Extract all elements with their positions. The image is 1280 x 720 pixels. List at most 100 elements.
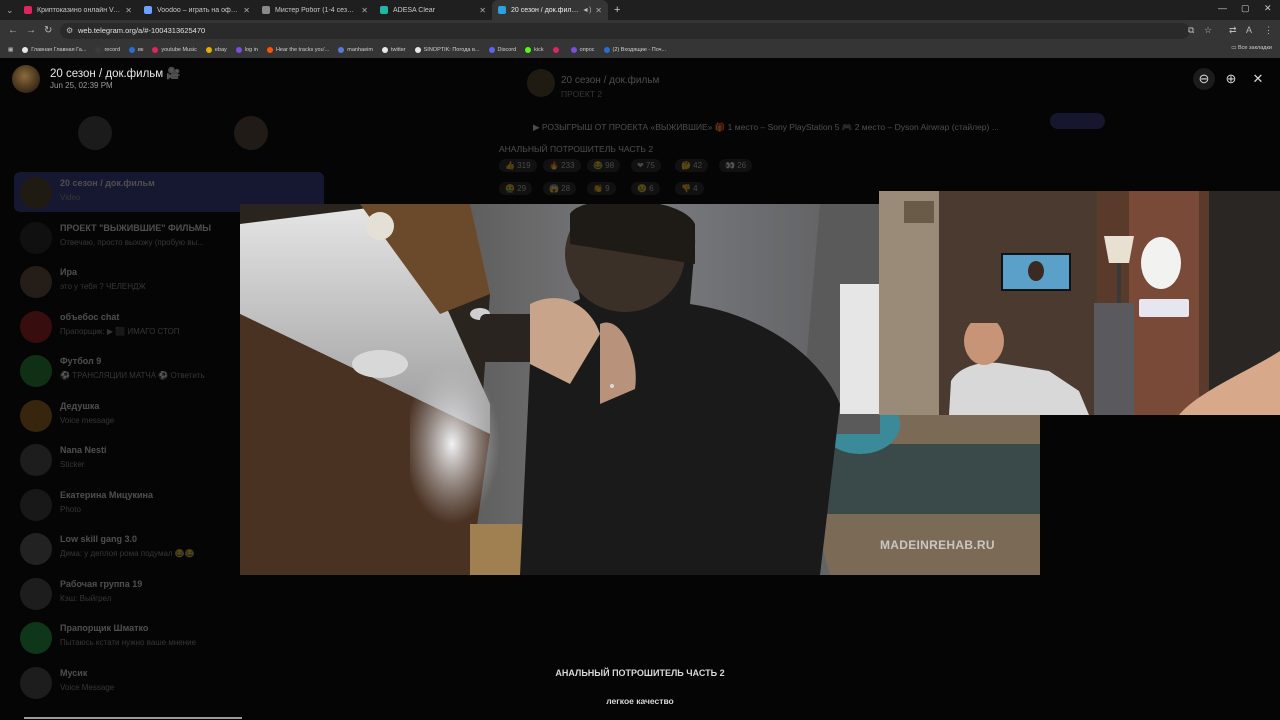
chat-avatar	[20, 177, 52, 209]
bookmarks-bar: ▦ Главная Главная Га... record вк youtube M…	[0, 42, 1280, 58]
chat-name: объебос chat	[60, 311, 120, 322]
chat-name: Прапорщик Шматко	[60, 623, 149, 633]
tab-title: Криптоказино онлайн VAVADA	[37, 6, 122, 14]
watermark: MADEINREHAB.RU	[880, 538, 995, 552]
reload-icon[interactable]: ↻	[44, 25, 52, 36]
bookmark-item[interactable]: вк	[129, 47, 143, 53]
bookmark-item[interactable]	[552, 47, 562, 53]
bookmark-item[interactable]: manhaeim	[338, 47, 373, 53]
browser-tab[interactable]: Voodoo – играть на официальн... ✕	[138, 0, 256, 20]
chat-preview: Дима: у деплоя рома подумал 😂😂	[60, 549, 195, 558]
close-window-icon[interactable]: ✕	[1264, 3, 1272, 14]
bookmark-item[interactable]: (2) Входящие - Поч...	[603, 47, 667, 53]
bookmark-item[interactable]: SINOPTIK: Погода в...	[414, 47, 480, 53]
bookmark-favicon-icon	[205, 47, 212, 53]
reaction-chip: 😱 28	[543, 182, 577, 195]
chat-avatar	[20, 399, 52, 432]
bookmark-favicon-icon	[525, 47, 532, 53]
caption-quality: легкое качество	[606, 696, 674, 706]
tab-close-icon[interactable]: ✕	[479, 6, 486, 15]
forward-icon[interactable]: →	[26, 25, 36, 36]
tab-close-icon[interactable]: ✕	[595, 6, 602, 15]
reaction-chip: 😢 6	[631, 182, 660, 195]
reaction-chip: 🔥 233	[543, 159, 581, 172]
chat-avatar	[20, 310, 52, 343]
bookmark-label: Hear the tracks you'...	[275, 47, 330, 53]
bookmark-star-icon[interactable]: ☆	[1204, 25, 1212, 36]
menu-icon[interactable]: ⋮	[1264, 25, 1273, 36]
bookmark-label: ebay	[214, 47, 227, 53]
bookmark-label: опрос	[579, 47, 595, 53]
chat-preview: Voice Message	[60, 682, 115, 692]
extension-icon[interactable]: A	[1246, 25, 1252, 35]
tab-close-icon[interactable]: ✕	[125, 6, 132, 15]
chat-list-item: Прапорщик Шматко Пытаюсь кстати нужно ваш…	[14, 617, 324, 657]
chat-name: ПРОЕКТ "ВЫЖИВШИЕ" ФИЛЬМЫ	[60, 222, 212, 233]
tab-close-icon[interactable]: ✕	[243, 6, 250, 15]
bookmark-favicon-icon	[552, 47, 559, 53]
tab-title: 20 сезон / док.фильм	[511, 6, 580, 14]
bookmark-item[interactable]: record	[95, 47, 120, 53]
tab-list-button[interactable]: ⌄	[0, 0, 18, 20]
chat-preview: Voice message	[60, 415, 115, 425]
chat-avatar	[20, 577, 52, 610]
tab-favicon-icon	[262, 6, 270, 14]
browser-tab[interactable]: 20 сезон / док.фильм ◄) ✕	[492, 0, 608, 20]
caption-title: АНАЛЬНЫЙ ПОТРОШИТЕЛЬ ЧАСТЬ 2	[555, 668, 725, 678]
chat-name: Nana Nesti	[60, 445, 107, 455]
bookmark-label: SINOPTIK: Погода в...	[423, 47, 480, 53]
bookmark-item[interactable]: twitter	[381, 47, 406, 53]
tab-close-icon[interactable]: ✕	[361, 6, 368, 15]
zoom-out-icon[interactable]: ⊖	[1193, 68, 1215, 90]
apps-icon[interactable]: ▦	[8, 47, 13, 53]
chat-name: Футбол 9	[60, 356, 102, 366]
bookmark-favicon-icon	[95, 47, 102, 53]
viewer-title: 20 сезон / док.фильм 🎥	[50, 68, 181, 80]
browser-tab-bar: ⌄ Криптоказино онлайн VAVADA✕Voodoo – иг…	[0, 0, 1280, 20]
bookmark-label: вк	[138, 47, 144, 53]
bookmark-item[interactable]: Главная Главная Га...	[22, 47, 86, 53]
chat-name: Дедушка	[60, 400, 100, 411]
bookmark-item[interactable]: Discord	[488, 47, 516, 53]
url-field[interactable]: web.telegram.org/a/#-1004313625470	[60, 23, 1190, 39]
all-bookmarks[interactable]: ▭ Все закладки	[1231, 45, 1272, 51]
chat-preview: ⚽ ТРАНСЛЯЦИИ МАТЧА ⚽ Ответить	[60, 371, 205, 380]
close-viewer-icon[interactable]: ✕	[1247, 68, 1269, 90]
bookmark-item[interactable]: ebay	[205, 47, 227, 53]
maximize-icon[interactable]: ▢	[1241, 3, 1250, 14]
new-tab-icon[interactable]: +	[614, 4, 620, 16]
channel-avatar[interactable]	[12, 65, 40, 93]
folder-icon: ▭	[1231, 45, 1238, 51]
camera-scene	[879, 191, 1280, 415]
browser-tab[interactable]: ADESA Clear ✕	[374, 0, 492, 20]
back-icon[interactable]: ←	[8, 25, 18, 36]
chat-avatar	[20, 533, 52, 565]
bookmark-favicon-icon	[152, 47, 159, 53]
chat-preview: Пытаюсь кстати нужно ваше мнение	[60, 638, 197, 647]
chat-list-item: Рабочая группа 19 Кэш: Выйгрел	[14, 573, 324, 613]
browser-tab[interactable]: Мистер Робот (1-4 сезон) смо...✕	[256, 0, 374, 20]
bookmark-item[interactable]: kick	[525, 47, 544, 53]
chat-preview: Video	[60, 193, 81, 202]
chat-preview: Sticker	[60, 460, 85, 469]
chat-avatar	[20, 666, 52, 699]
minimize-icon[interactable]: —	[1218, 3, 1227, 13]
channel-avatar	[527, 69, 555, 97]
tab-audio-icon[interactable]: ◄)	[582, 7, 591, 14]
site-info-icon[interactable]: ⚙	[66, 26, 73, 35]
bookmark-item[interactable]: опрос	[570, 47, 595, 53]
video-progress-bar[interactable]	[24, 717, 242, 719]
bookmark-favicon-icon	[266, 47, 273, 53]
browser-tab[interactable]: Криптоказино онлайн VAVADA✕	[18, 0, 138, 20]
install-app-icon[interactable]: ⧉	[1188, 25, 1194, 36]
bookmark-item[interactable]: Hear the tracks you'...	[266, 47, 330, 53]
chat-name: Екатерина Мицукина	[60, 489, 153, 500]
chat-name: Рабочая группа 19	[60, 578, 143, 589]
bookmark-label: kick	[534, 47, 544, 53]
bookmark-item[interactable]: youtube Music	[152, 47, 197, 53]
bookmark-label: (2) Входящие - Поч...	[612, 47, 667, 53]
zoom-in-icon[interactable]: ⊕	[1220, 68, 1242, 90]
bookmark-item[interactable]: log in	[235, 47, 258, 53]
chat-name: Мусик	[60, 667, 88, 678]
translate-icon[interactable]: ⇄	[1229, 25, 1237, 36]
